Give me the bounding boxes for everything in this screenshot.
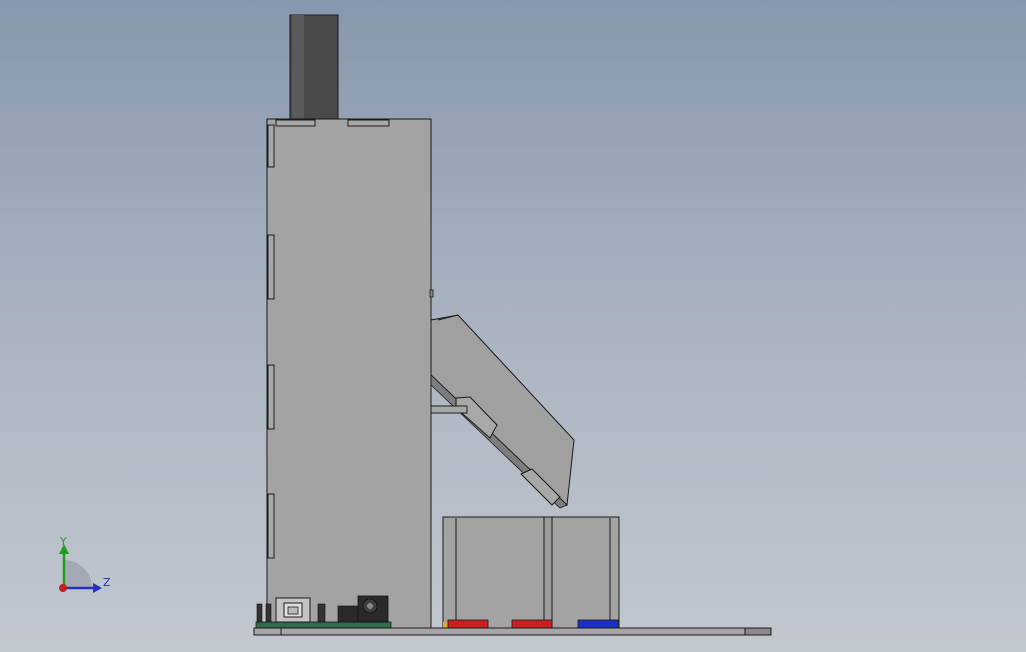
pcb-board <box>255 621 392 629</box>
tower-side-tab-3 <box>267 364 275 430</box>
triad-z-arrow <box>93 583 102 593</box>
base-plate-shade <box>744 627 772 636</box>
tower-side-tab-4 <box>267 493 275 559</box>
triad-origin <box>59 584 67 592</box>
capacitor <box>317 603 326 623</box>
regulator <box>337 605 359 623</box>
tower-top-tab-left <box>275 119 316 127</box>
triad-arc <box>64 560 92 588</box>
panel-strut <box>430 405 468 414</box>
tower-side-tab-2 <box>267 234 275 300</box>
tower-pin <box>429 289 434 298</box>
dc-jack-pin <box>367 603 373 609</box>
tower-top-tab-right <box>347 119 390 127</box>
pin-header-1 <box>256 603 263 623</box>
cad-model-side-view[interactable]: Y Z <box>0 0 1026 652</box>
tower-body[interactable] <box>266 118 432 630</box>
triad-z-label: Z <box>103 576 111 589</box>
lower-box[interactable] <box>442 516 620 630</box>
pin-header-2 <box>265 603 272 623</box>
tower-side-tab-1 <box>267 124 275 168</box>
orientation-triad: Y Z <box>59 535 111 593</box>
yellow-indicator <box>443 622 447 628</box>
base-plate[interactable] <box>253 627 772 636</box>
usb-b-socket-inner <box>287 606 299 615</box>
triad-y-label: Y <box>59 535 67 548</box>
top-cylinder-shade <box>292 15 304 121</box>
cad-viewport[interactable]: Y Z <box>0 0 1026 652</box>
lower-box-divider-2 <box>543 516 553 630</box>
